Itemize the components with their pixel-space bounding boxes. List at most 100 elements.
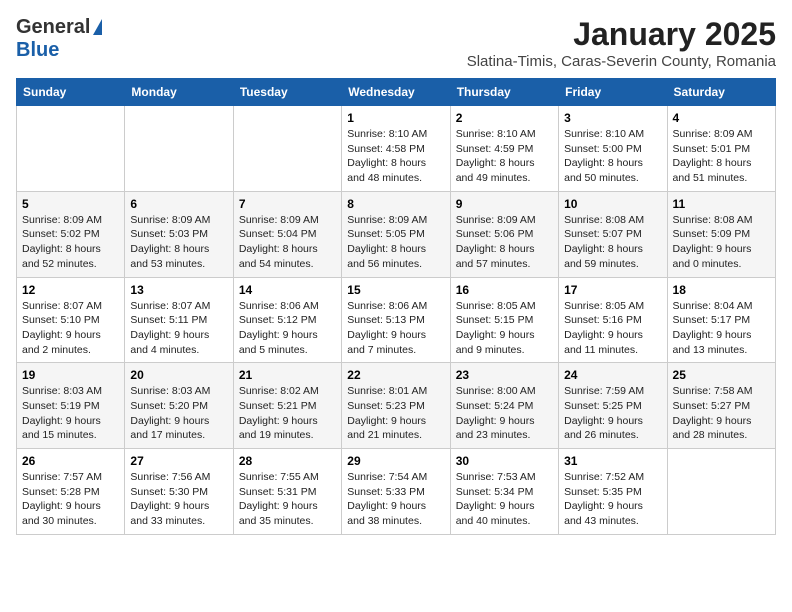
day-info: Sunrise: 8:05 AM Sunset: 5:15 PM Dayligh… xyxy=(456,299,553,358)
calendar-cell: 9Sunrise: 8:09 AM Sunset: 5:06 PM Daylig… xyxy=(450,191,558,277)
day-number: 7 xyxy=(239,197,336,211)
calendar-cell: 22 Sunrise: 8:01 AM Sunset: 5:23 PM Dayli… xyxy=(342,363,450,449)
day-number: 5 xyxy=(22,197,119,211)
day-info: Sunrise: 8:00 AM Sunset: 5:24 PM Dayligh… xyxy=(456,384,553,443)
weekday-header-monday: Monday xyxy=(125,79,233,106)
calendar-cell: 26 Sunrise: 7:57 AM Sunset: 5:28 PM Dayli… xyxy=(17,449,125,535)
day-info: Sunrise: 8:08 AM Sunset: 5:07 PM Dayligh… xyxy=(564,213,661,272)
day-number: 17 xyxy=(564,283,661,297)
day-info: Sunrise: 7:55 AM Sunset: 5:31 PM Dayligh… xyxy=(239,470,336,529)
day-number: 2 xyxy=(456,111,553,125)
day-info: Sunrise: 8:10 AM Sunset: 4:59 PM Dayligh… xyxy=(456,127,553,186)
day-number: 3 xyxy=(564,111,661,125)
calendar-cell: 5 Sunrise: 8:09 AM Sunset: 5:02 PM Daylig… xyxy=(17,191,125,277)
day-info: Sunrise: 8:01 AM Sunset: 5:23 PM Dayligh… xyxy=(347,384,444,443)
day-info: Sunrise: 8:06 AM Sunset: 5:13 PM Dayligh… xyxy=(347,299,444,358)
day-info: Sunrise: 7:54 AM Sunset: 5:33 PM Dayligh… xyxy=(347,470,444,529)
day-info: Sunrise: 8:09 AM Sunset: 5:03 PM Dayligh… xyxy=(130,213,227,272)
calendar-cell: 16 Sunrise: 8:05 AM Sunset: 5:15 PM Dayli… xyxy=(450,277,558,363)
title-area: January 2025 Slatina-Timis, Caras-Severi… xyxy=(467,16,776,70)
day-number: 8 xyxy=(347,197,444,211)
calendar-table: SundayMondayTuesdayWednesdayThursdayFrid… xyxy=(16,78,776,535)
month-title: January 2025 xyxy=(467,16,776,53)
calendar-week-row: 19 Sunrise: 8:03 AM Sunset: 5:19 PM Dayli… xyxy=(17,363,776,449)
day-number: 31 xyxy=(564,454,661,468)
day-number: 29 xyxy=(347,454,444,468)
calendar-cell: 6 Sunrise: 8:09 AM Sunset: 5:03 PM Daylig… xyxy=(125,191,233,277)
weekday-header-wednesday: Wednesday xyxy=(342,79,450,106)
day-number: 25 xyxy=(673,368,770,382)
day-info: Sunrise: 8:10 AM Sunset: 4:58 PM Dayligh… xyxy=(347,127,444,186)
calendar-cell: 10 Sunrise: 8:08 AM Sunset: 5:07 PM Dayli… xyxy=(559,191,667,277)
calendar-cell: 21Sunrise: 8:02 AM Sunset: 5:21 PM Dayli… xyxy=(233,363,341,449)
day-number: 6 xyxy=(130,197,227,211)
day-number: 11 xyxy=(673,197,770,211)
calendar-cell: 4 Sunrise: 8:09 AM Sunset: 5:01 PM Daylig… xyxy=(667,106,775,192)
day-number: 1 xyxy=(347,111,444,125)
calendar-cell: 30Sunrise: 7:53 AM Sunset: 5:34 PM Dayli… xyxy=(450,449,558,535)
day-number: 10 xyxy=(564,197,661,211)
weekday-header-sunday: Sunday xyxy=(17,79,125,106)
calendar-cell xyxy=(233,106,341,192)
day-info: Sunrise: 7:57 AM Sunset: 5:28 PM Dayligh… xyxy=(22,470,119,529)
day-number: 14 xyxy=(239,283,336,297)
day-number: 19 xyxy=(22,368,119,382)
calendar-cell: 14Sunrise: 8:06 AM Sunset: 5:12 PM Dayli… xyxy=(233,277,341,363)
day-number: 16 xyxy=(456,283,553,297)
day-info: Sunrise: 8:09 AM Sunset: 5:01 PM Dayligh… xyxy=(673,127,770,186)
logo-blue: Blue xyxy=(16,39,59,61)
day-info: Sunrise: 8:10 AM Sunset: 5:00 PM Dayligh… xyxy=(564,127,661,186)
calendar-cell: 17Sunrise: 8:05 AM Sunset: 5:16 PM Dayli… xyxy=(559,277,667,363)
day-number: 4 xyxy=(673,111,770,125)
calendar-cell: 2 Sunrise: 8:10 AM Sunset: 4:59 PM Daylig… xyxy=(450,106,558,192)
calendar-cell: 20 Sunrise: 8:03 AM Sunset: 5:20 PM Dayli… xyxy=(125,363,233,449)
day-info: Sunrise: 8:09 AM Sunset: 5:02 PM Dayligh… xyxy=(22,213,119,272)
day-info: Sunrise: 7:59 AM Sunset: 5:25 PM Dayligh… xyxy=(564,384,661,443)
day-info: Sunrise: 8:09 AM Sunset: 5:04 PM Dayligh… xyxy=(239,213,336,272)
calendar-cell: 24 Sunrise: 7:59 AM Sunset: 5:25 PM Dayli… xyxy=(559,363,667,449)
calendar-cell: 27Sunrise: 7:56 AM Sunset: 5:30 PM Dayli… xyxy=(125,449,233,535)
day-number: 24 xyxy=(564,368,661,382)
day-number: 9 xyxy=(456,197,553,211)
calendar-cell: 19 Sunrise: 8:03 AM Sunset: 5:19 PM Dayli… xyxy=(17,363,125,449)
day-number: 12 xyxy=(22,283,119,297)
calendar-cell: 18 Sunrise: 8:04 AM Sunset: 5:17 PM Dayli… xyxy=(667,277,775,363)
day-info: Sunrise: 8:09 AM Sunset: 5:05 PM Dayligh… xyxy=(347,213,444,272)
day-info: Sunrise: 8:03 AM Sunset: 5:19 PM Dayligh… xyxy=(22,384,119,443)
calendar-cell: 12 Sunrise: 8:07 AM Sunset: 5:10 PM Dayli… xyxy=(17,277,125,363)
calendar-week-row: 26 Sunrise: 7:57 AM Sunset: 5:28 PM Dayli… xyxy=(17,449,776,535)
calendar-cell: 25 Sunrise: 7:58 AM Sunset: 5:27 PM Dayli… xyxy=(667,363,775,449)
day-number: 26 xyxy=(22,454,119,468)
day-info: Sunrise: 8:04 AM Sunset: 5:17 PM Dayligh… xyxy=(673,299,770,358)
logo-triangle-icon xyxy=(93,19,102,35)
calendar-week-row: 1 Sunrise: 8:10 AM Sunset: 4:58 PM Daylig… xyxy=(17,106,776,192)
calendar-cell xyxy=(17,106,125,192)
day-info: Sunrise: 8:08 AM Sunset: 5:09 PM Dayligh… xyxy=(673,213,770,272)
day-number: 30 xyxy=(456,454,553,468)
calendar-week-row: 12 Sunrise: 8:07 AM Sunset: 5:10 PM Dayli… xyxy=(17,277,776,363)
day-number: 13 xyxy=(130,283,227,297)
weekday-header-saturday: Saturday xyxy=(667,79,775,106)
calendar-cell: 31Sunrise: 7:52 AM Sunset: 5:35 PM Dayli… xyxy=(559,449,667,535)
calendar-cell: 7 Sunrise: 8:09 AM Sunset: 5:04 PM Daylig… xyxy=(233,191,341,277)
day-number: 22 xyxy=(347,368,444,382)
day-info: Sunrise: 8:07 AM Sunset: 5:11 PM Dayligh… xyxy=(130,299,227,358)
calendar-cell: 15Sunrise: 8:06 AM Sunset: 5:13 PM Dayli… xyxy=(342,277,450,363)
day-info: Sunrise: 7:58 AM Sunset: 5:27 PM Dayligh… xyxy=(673,384,770,443)
calendar-cell: 29 Sunrise: 7:54 AM Sunset: 5:33 PM Dayli… xyxy=(342,449,450,535)
day-number: 27 xyxy=(130,454,227,468)
calendar-cell xyxy=(667,449,775,535)
day-info: Sunrise: 8:07 AM Sunset: 5:10 PM Dayligh… xyxy=(22,299,119,358)
weekday-header-friday: Friday xyxy=(559,79,667,106)
calendar-cell: 3 Sunrise: 8:10 AM Sunset: 5:00 PM Daylig… xyxy=(559,106,667,192)
calendar-cell: 28Sunrise: 7:55 AM Sunset: 5:31 PM Dayli… xyxy=(233,449,341,535)
calendar-body: 1 Sunrise: 8:10 AM Sunset: 4:58 PM Daylig… xyxy=(17,106,776,535)
day-number: 20 xyxy=(130,368,227,382)
calendar-cell: 1 Sunrise: 8:10 AM Sunset: 4:58 PM Daylig… xyxy=(342,106,450,192)
day-info: Sunrise: 8:03 AM Sunset: 5:20 PM Dayligh… xyxy=(130,384,227,443)
day-number: 18 xyxy=(673,283,770,297)
calendar-cell: 13 Sunrise: 8:07 AM Sunset: 5:11 PM Dayli… xyxy=(125,277,233,363)
logo-general: General xyxy=(16,16,90,39)
calendar-cell: 8 Sunrise: 8:09 AM Sunset: 5:05 PM Daylig… xyxy=(342,191,450,277)
day-info: Sunrise: 8:02 AM Sunset: 5:21 PM Dayligh… xyxy=(239,384,336,443)
